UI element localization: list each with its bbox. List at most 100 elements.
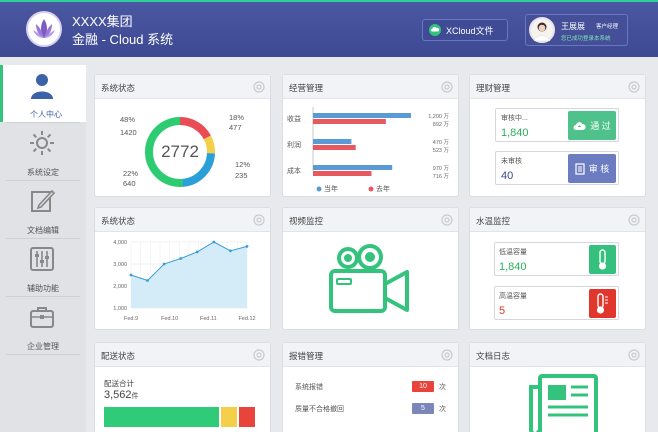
low-temp-label: 低温容量 [499,249,527,256]
bar-value-label: 970 万 [433,165,450,172]
login-status: 您已成功登录本系统 [561,36,611,42]
segment-value: 235 [235,171,248,180]
error-row-label: 系统报错 [295,384,323,391]
card-title: 理财管理 [476,83,511,93]
bar-value-label: 892 万 [433,121,450,128]
segment-pct: 22% [123,169,139,178]
sidebar-item-document-edit[interactable]: 文档编辑 [0,181,86,238]
y-tick-label: 3,000 [113,262,127,268]
low-temp-value: 1,840 [499,261,527,273]
error-count-unit: 次 [439,384,446,391]
newspaper-icon[interactable] [528,373,600,432]
card-header: 经营管理 [283,75,458,99]
sidebar: 个人中心 系统设定 文档编辑 辅助功能 企业管理 [0,65,86,432]
sidebar-item-auxiliary[interactable]: 辅助功能 [0,239,86,296]
pending-review-box: 审核中... 1,840 通 过 [495,108,619,142]
y-tick-label: 4,000 [113,240,127,246]
high-temp-box: 高温容量 5 [494,286,619,320]
unreviewed-label: 未审核 [501,158,522,165]
trend-area-chart: 4,000 3,000 2,000 1,000 Fed.9 Fed.10 Fed.11 Fed… [113,240,255,322]
donut-slice [179,117,211,140]
trend-point [129,273,133,277]
gear-icon[interactable] [628,349,640,361]
card-header: 水温监控 [470,208,645,232]
edit-icon [31,189,56,212]
approve-button[interactable]: 通 过 [568,111,616,140]
segment-pct: 12% [235,160,251,169]
bar-current [313,165,393,170]
bar-category-label: 成本 [287,166,301,175]
xcloud-label: XCloud文件 [446,25,494,36]
gear-icon[interactable] [441,214,453,226]
divider [6,354,80,355]
gear-icon[interactable] [441,81,453,93]
delivery-total-value: 3,562 [104,389,132,401]
finance-card: 理财管理 审核中... 1,840 通 过 未审核 40 审 核 [469,74,646,197]
bar-value-label: 470 万 [433,139,450,146]
xcloud-files-button[interactable]: XCloud文件 [422,19,508,41]
card-title: 系统状态 [101,83,136,93]
gear-icon[interactable] [628,214,640,226]
pending-label: 审核中... [501,115,528,122]
error-row-label: 质量不合格撤回 [295,406,344,413]
bar-value-label: 716 万 [433,173,450,180]
card-title: 水温监控 [476,216,511,226]
bar-current [313,113,411,118]
trend-point [229,249,232,253]
bar-category-label: 收益 [287,114,301,123]
pending-value: 1,840 [501,127,529,139]
error-count-badge[interactable]: 5 [412,403,434,414]
gear-icon[interactable] [253,349,265,361]
briefcase-icon [30,307,54,328]
video-camera-icon[interactable] [327,244,413,316]
y-tick-label: 1,000 [113,306,127,312]
sidebar-item-label: 企业管理 [27,342,59,351]
avatar[interactable] [529,17,555,43]
trend-point [195,250,199,254]
thermometer-low-icon [589,245,616,274]
error-count-badge[interactable]: 10 [412,381,434,392]
legend-previous-label: 去年 [376,184,390,193]
business-bar-chart: 收益 1,200 万892 万利润 470 万523 万成本 970 万716 万当年… [287,107,450,193]
video-monitor-card: 视频监控 [282,207,459,330]
delivery-bar-green [104,407,219,427]
document-log-card: 文档日志 [469,342,646,432]
bar-previous [313,145,356,150]
delivery-card: 配送状态 配送合计 3,562件 [94,342,271,432]
donut-center-value: 2772 [161,142,199,161]
card-header: 文档日志 [470,343,645,367]
unreviewed-value: 40 [501,170,514,182]
error-count-unit: 次 [439,406,446,413]
gear-icon[interactable] [628,81,640,93]
gear-icon[interactable] [441,349,453,361]
sidebar-item-enterprise[interactable]: 企业管理 [0,297,86,354]
system-status-card: 系统状态 2772 18% 477 12% 235 22% 640 48% 14… [94,74,271,197]
review-button[interactable]: 审 核 [568,154,616,183]
sidebar-item-personal-center[interactable]: 个人中心 [0,65,86,122]
gear-icon[interactable] [253,214,265,226]
delivery-bar-red [239,407,255,427]
trend-point [146,279,149,282]
card-title: 视频监控 [289,216,324,226]
high-temp-label: 高温容量 [499,293,527,300]
sidebar-item-system-settings[interactable]: 系统设定 [0,123,86,180]
thermometer-high-icon [589,289,616,318]
x-tick-label: Fed.10 [161,316,178,322]
trend-point [245,245,249,248]
lotus-logo-icon [26,11,62,47]
delivery-total-label: 配送合计 [104,379,134,388]
x-tick-label: Fed.11 [200,316,217,322]
card-title: 报错管理 [289,351,324,361]
bar-value-label: 523 万 [433,147,450,154]
card-title: 系统状态 [101,216,136,226]
delivery-bar-yellow [221,407,237,427]
user-profile[interactable]: 王展展 客户经理 您已成功登录本系统 [525,14,628,46]
card-header: 系统状态 [95,75,270,99]
delivery-total-unit: 件 [131,393,139,400]
legend-current-dot [316,186,322,192]
high-temp-value: 5 [499,305,506,317]
gear-icon[interactable] [253,81,265,93]
x-tick-label: Fed.9 [124,316,138,322]
card-header: 视频监控 [283,208,458,232]
card-header: 系统状态 [95,208,270,232]
